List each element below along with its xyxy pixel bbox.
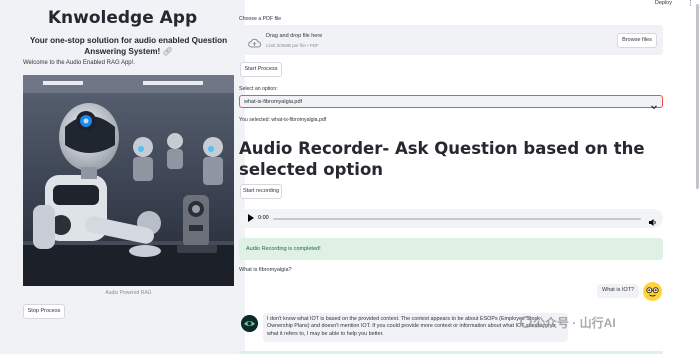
kebab-menu-icon[interactable]: ⋮ bbox=[687, 0, 695, 7]
watermark-text: 公众号 · 山行AI bbox=[533, 316, 616, 330]
start-process-button[interactable]: Start Process bbox=[240, 62, 282, 77]
volume-icon[interactable] bbox=[648, 214, 657, 232]
bot-message-text: I don't know what IOT is based on the pr… bbox=[267, 316, 556, 337]
transcribed-question: What is fibromyalgia? bbox=[239, 267, 292, 273]
selected-text: You selected: what-is-fibromyalgia.pdf bbox=[239, 117, 327, 123]
app-subtitle-text: Your one-stop solution for audio enabled… bbox=[29, 36, 228, 56]
welcome-text: Welcome to the Audio Enabled RAG App!. bbox=[23, 60, 135, 66]
app-title: Knwoledge App bbox=[47, 8, 198, 28]
section-title: Audio Recorder- Ask Question based on th… bbox=[239, 139, 645, 179]
audio-progress-track[interactable] bbox=[273, 218, 641, 220]
user-message: What is IOT? bbox=[597, 284, 640, 298]
audio-player: 0:00 bbox=[239, 209, 663, 228]
select-value: what-is-fibromyalgia.pdf bbox=[244, 99, 303, 105]
upload-label: Choose a PDF file bbox=[239, 16, 282, 22]
robot-illustration bbox=[23, 75, 234, 286]
success-alert: Audio Recording is completed! bbox=[239, 238, 663, 260]
user-avatar bbox=[643, 282, 662, 301]
scrollbar[interactable] bbox=[696, 4, 699, 189]
success-text: Audio Recording is completed! bbox=[246, 246, 321, 252]
pdf-select[interactable]: what-is-fibromyalgia.pdf bbox=[239, 95, 663, 110]
robot-image bbox=[23, 75, 234, 286]
file-dropzone[interactable]: Drag and drop file here Limit 200MB per … bbox=[239, 25, 663, 55]
image-caption: Audio Powered RAG bbox=[105, 290, 152, 296]
watermark-logo-icon bbox=[520, 316, 532, 328]
nerd-face-icon bbox=[643, 282, 662, 301]
audio-time: 0:00 bbox=[258, 215, 269, 221]
chevron-down-icon bbox=[650, 98, 658, 116]
sidebar: Knwoledge App Your one-stop solution for… bbox=[0, 0, 245, 354]
deploy-button[interactable]: Deploy bbox=[655, 0, 672, 6]
play-icon[interactable] bbox=[248, 214, 254, 222]
app-subtitle: Your one-stop solution for audio enabled… bbox=[22, 35, 235, 57]
link-icon[interactable]: 🔗︎ bbox=[163, 47, 173, 56]
start-recording-button[interactable]: Start recording bbox=[240, 184, 282, 199]
cloud-upload-icon bbox=[248, 35, 262, 53]
bot-logo-icon bbox=[241, 315, 258, 332]
select-label: Select an option: bbox=[239, 86, 278, 92]
bot-avatar bbox=[241, 315, 258, 332]
drag-drop-text: Drag and drop file here bbox=[266, 33, 323, 39]
stop-process-button[interactable]: Stop Process bbox=[23, 304, 65, 319]
browse-files-button[interactable]: Browse files bbox=[617, 33, 657, 48]
file-limit-text: Limit 200MB per file • PDF bbox=[266, 43, 319, 48]
